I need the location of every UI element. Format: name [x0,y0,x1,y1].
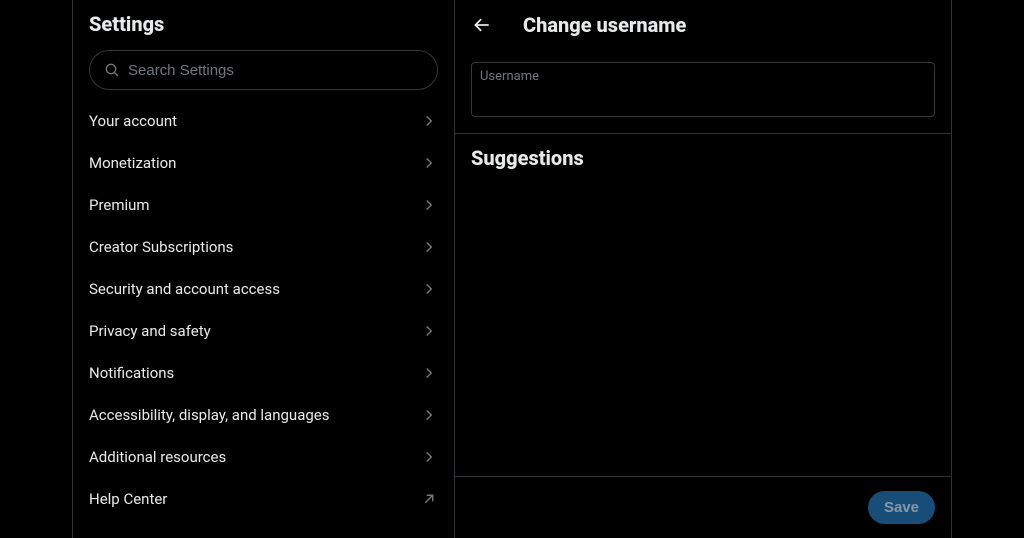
username-input[interactable] [480,86,926,106]
settings-title: Settings [73,0,454,46]
menu-item-label: Accessibility, display, and languages [89,406,329,424]
menu-item-label: Monetization [89,154,176,172]
menu-item-label: Creator Subscriptions [89,238,233,256]
menu-item-label: Privacy and safety [89,322,211,340]
save-row: Save [455,476,951,538]
menu-item-premium[interactable]: Premium [73,184,454,226]
menu-item-label: Additional resources [89,448,226,466]
search-box[interactable] [89,50,438,90]
search-wrap [73,46,454,100]
menu-item-label: Your account [89,112,177,130]
suggestions-title: Suggestions [471,146,935,170]
detail-title: Change username [523,13,686,37]
search-input[interactable] [128,62,423,79]
menu-item-accessibility[interactable]: Accessibility, display, and languages [73,394,454,436]
menu-item-security[interactable]: Security and account access [73,268,454,310]
chevron-right-icon [420,322,438,340]
arrow-left-icon [472,15,492,35]
chevron-right-icon [420,364,438,382]
chevron-right-icon [420,448,438,466]
chevron-right-icon [420,154,438,172]
chevron-right-icon [420,196,438,214]
menu-item-your-account[interactable]: Your account [73,100,454,142]
menu-item-privacy[interactable]: Privacy and safety [73,310,454,352]
menu-item-label: Security and account access [89,280,280,298]
username-field[interactable]: Username [471,62,935,117]
save-button[interactable]: Save [868,491,935,524]
menu-item-label: Help Center [89,490,167,508]
chevron-right-icon [420,238,438,256]
back-button[interactable] [465,8,499,42]
external-link-icon [420,490,438,508]
menu-item-additional-resources[interactable]: Additional resources [73,436,454,478]
menu-item-monetization[interactable]: Monetization [73,142,454,184]
settings-panel: Settings Your account Monetization Premi… [72,0,455,538]
username-label: Username [480,69,926,84]
menu-item-help-center[interactable]: Help Center [73,478,454,520]
menu-item-notifications[interactable]: Notifications [73,352,454,394]
menu-item-creator-subscriptions[interactable]: Creator Subscriptions [73,226,454,268]
chevron-right-icon [420,112,438,130]
detail-panel: Change username Username Suggestions Sav… [455,0,952,538]
search-icon [104,62,120,78]
settings-menu: Your account Monetization Premium Creato… [73,100,454,520]
detail-header: Change username [455,0,951,52]
menu-item-label: Notifications [89,364,174,382]
username-field-wrap: Username [455,52,951,134]
menu-item-label: Premium [89,196,150,214]
chevron-right-icon [420,280,438,298]
suggestions-block: Suggestions [455,134,951,476]
chevron-right-icon [420,406,438,424]
